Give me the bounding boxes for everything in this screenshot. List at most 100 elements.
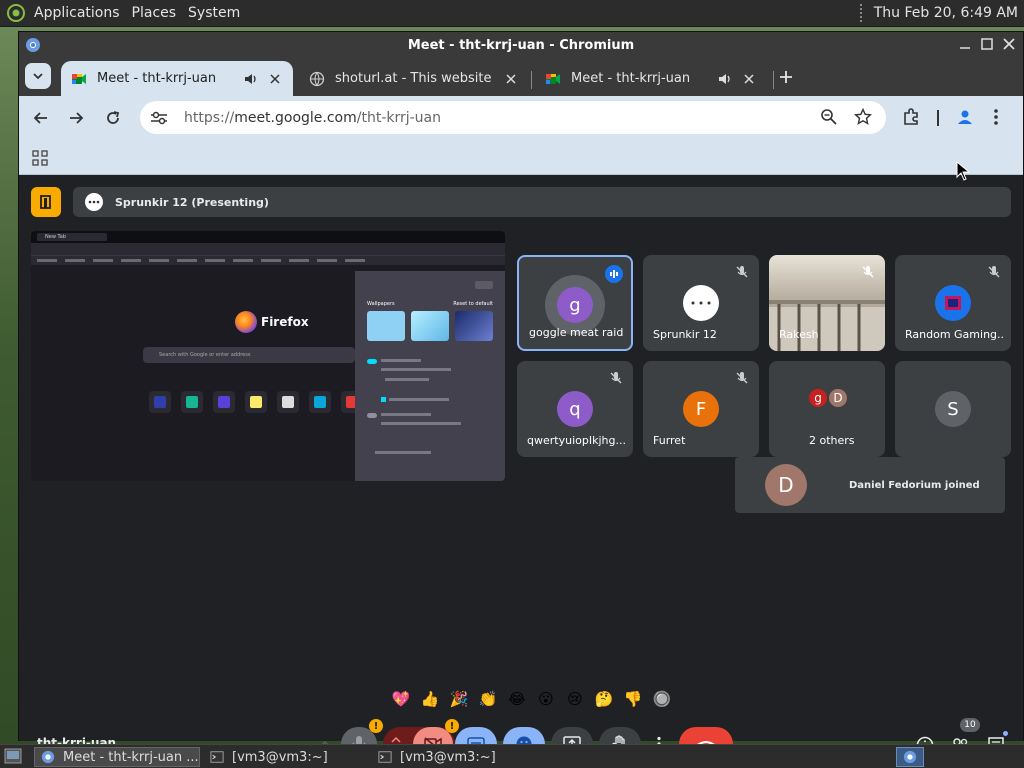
- menu-places[interactable]: Places: [126, 5, 183, 21]
- distro-logo-icon[interactable]: [6, 3, 26, 23]
- join-text: Daniel Fedorium joined: [849, 479, 980, 491]
- puzzle-icon: [904, 108, 918, 125]
- menu-applications[interactable]: Applications: [28, 5, 126, 21]
- avatar: D: [765, 464, 807, 506]
- menu-system[interactable]: System: [182, 5, 246, 21]
- tab-shoturl[interactable]: shoturl.at - This website is fo: [299, 61, 529, 96]
- reaction-surprised[interactable]: 😮: [534, 687, 558, 711]
- participant-tile[interactable]: F Furret: [643, 361, 759, 457]
- video-options-button[interactable]: [391, 736, 401, 744]
- camera-warning-badge: !: [445, 719, 459, 733]
- speaking-indicator-icon: [605, 265, 623, 283]
- mic-off-icon: [736, 372, 748, 384]
- reaction-thinking[interactable]: 🤔: [592, 687, 616, 711]
- avatar: F: [683, 391, 719, 427]
- tab-meet-active[interactable]: Meet - tht-krrj-uan: [61, 61, 293, 96]
- participant-name: qwertyuiopIkjhg...: [527, 434, 626, 447]
- reaction-heart[interactable]: 💖: [389, 687, 413, 711]
- tab-close-icon[interactable]: [503, 71, 519, 87]
- tab-label: Meet - tht-krrj-uan: [97, 71, 217, 86]
- tab-close-icon[interactable]: [267, 71, 283, 87]
- presenter-pill[interactable]: Sprunkir 12 (Presenting): [73, 187, 1011, 217]
- gaming-avatar-icon: [945, 296, 961, 310]
- participant-tile[interactable]: Random Gaming...: [895, 255, 1011, 351]
- taskbar-item-terminal[interactable]: [vm3@vm3:~]: [372, 747, 538, 767]
- meet-favicon-icon: [546, 73, 560, 84]
- site-info-icon[interactable]: [150, 110, 168, 126]
- reaction-laugh[interactable]: 😂: [505, 687, 529, 711]
- skin-tone-picker[interactable]: 🔘: [650, 687, 674, 711]
- dots-icon: [88, 200, 100, 204]
- shared-panel-close: [475, 281, 493, 289]
- chevron-down-icon: [33, 73, 43, 80]
- maximize-button[interactable]: [979, 36, 995, 52]
- join-notification: D Daniel Fedorium joined: [735, 457, 1005, 513]
- shared-screen[interactable]: New Tab Firefox Search with Google or en…: [31, 231, 505, 481]
- reaction-party[interactable]: 🎉: [447, 687, 471, 711]
- reaction-thumbs-down[interactable]: 👎: [621, 687, 645, 711]
- clock[interactable]: Thu Feb 20, 6:49 AM: [874, 5, 1018, 21]
- participant-tile[interactable]: g goggle meat raid: [517, 255, 633, 351]
- profile-icon: [958, 110, 972, 124]
- more-vert-icon: [994, 109, 998, 125]
- arrow-left-icon: [33, 112, 47, 124]
- tab-strip: Meet - tht-krrj-uan shoturl.at - This we…: [19, 58, 1023, 96]
- chromium-icon: [903, 750, 917, 764]
- tab-audio-icon[interactable]: [717, 71, 733, 87]
- mic-off-icon: [610, 372, 622, 384]
- tab-label: Meet - tht-krrj-uan: [571, 71, 691, 86]
- show-desktop-button[interactable]: [4, 748, 22, 764]
- presenter-avatar: [85, 193, 103, 211]
- tab-audio-icon[interactable]: [243, 71, 259, 87]
- participant-tile[interactable]: q qwertyuiopIkjhg...: [517, 361, 633, 457]
- taskbar: Meet - tht-krrj-uan ... [vm3@vm3:~] [vm3…: [0, 744, 1024, 768]
- taskbar-item-terminal[interactable]: [vm3@vm3:~]: [204, 747, 370, 767]
- participant-name: goggle meat raid: [529, 326, 624, 339]
- tab-search-button[interactable]: [25, 63, 51, 89]
- mic-off-icon: [988, 266, 1000, 278]
- profile-button[interactable]: [956, 108, 974, 126]
- reaction-clap[interactable]: 👏: [476, 687, 500, 711]
- door-exit-icon: [40, 195, 51, 209]
- shared-firefox-tab: New Tab: [37, 233, 107, 241]
- browser-menu-button[interactable]: [993, 108, 999, 126]
- shared-firefox-brand: Firefox: [235, 311, 309, 333]
- minimize-button[interactable]: [957, 36, 973, 52]
- reaction-sad[interactable]: 😢: [563, 687, 587, 711]
- shared-firefox-tabbar: New Tab: [31, 231, 505, 243]
- forward-button[interactable]: [66, 108, 86, 128]
- participant-name: Random Gaming...: [905, 328, 1005, 341]
- participant-count-badge: 10: [960, 718, 980, 732]
- window-titlebar[interactable]: Meet - tht-krrj-uan - Chromium: [19, 32, 1023, 58]
- taskbar-item-chromium[interactable]: Meet - tht-krrj-uan ...: [34, 747, 200, 767]
- terminal-icon: [378, 751, 392, 763]
- url-text: https://meet.google.com/tht-krrj-uan: [184, 109, 442, 126]
- mic-off-icon: [736, 266, 748, 278]
- zoom-icon[interactable]: [820, 108, 838, 126]
- avatar: S: [935, 391, 971, 427]
- presentation-badge[interactable]: [31, 187, 61, 217]
- others-tile[interactable]: g D 2 others: [769, 361, 885, 457]
- tab-close-icon[interactable]: [741, 71, 757, 87]
- shared-firefox-bookmarks: [31, 255, 505, 265]
- bookmark-star-icon[interactable]: [854, 108, 872, 126]
- meet-page: Sprunkir 12 (Presenting) New Tab Firefox…: [19, 175, 1023, 761]
- reaction-thumbs-up[interactable]: 👍: [418, 687, 442, 711]
- globe-icon: [309, 71, 325, 86]
- tab-meet-second[interactable]: Meet - tht-krrj-uan: [535, 61, 767, 96]
- apps-grid-icon[interactable]: [32, 150, 48, 166]
- workspace-switcher[interactable]: [896, 747, 924, 767]
- extensions-button[interactable]: [902, 108, 920, 126]
- close-window-button[interactable]: [1001, 36, 1017, 52]
- back-button[interactable]: [31, 108, 51, 128]
- address-bar[interactable]: https://meet.google.com/tht-krrj-uan: [140, 101, 886, 134]
- browser-toolbar: https://meet.google.com/tht-krrj-uan: [19, 96, 1023, 140]
- shared-firefox-search: Search with Google or enter address: [143, 347, 355, 363]
- avatar: g: [557, 287, 593, 323]
- reload-button[interactable]: [103, 108, 123, 128]
- participant-tile[interactable]: S: [895, 361, 1011, 457]
- presentation-bar: Sprunkir 12 (Presenting): [31, 187, 1011, 217]
- participant-tile-video[interactable]: Rakesh: [769, 255, 885, 351]
- participant-tile[interactable]: Sprunkir 12: [643, 255, 759, 351]
- new-tab-button[interactable]: [779, 70, 793, 84]
